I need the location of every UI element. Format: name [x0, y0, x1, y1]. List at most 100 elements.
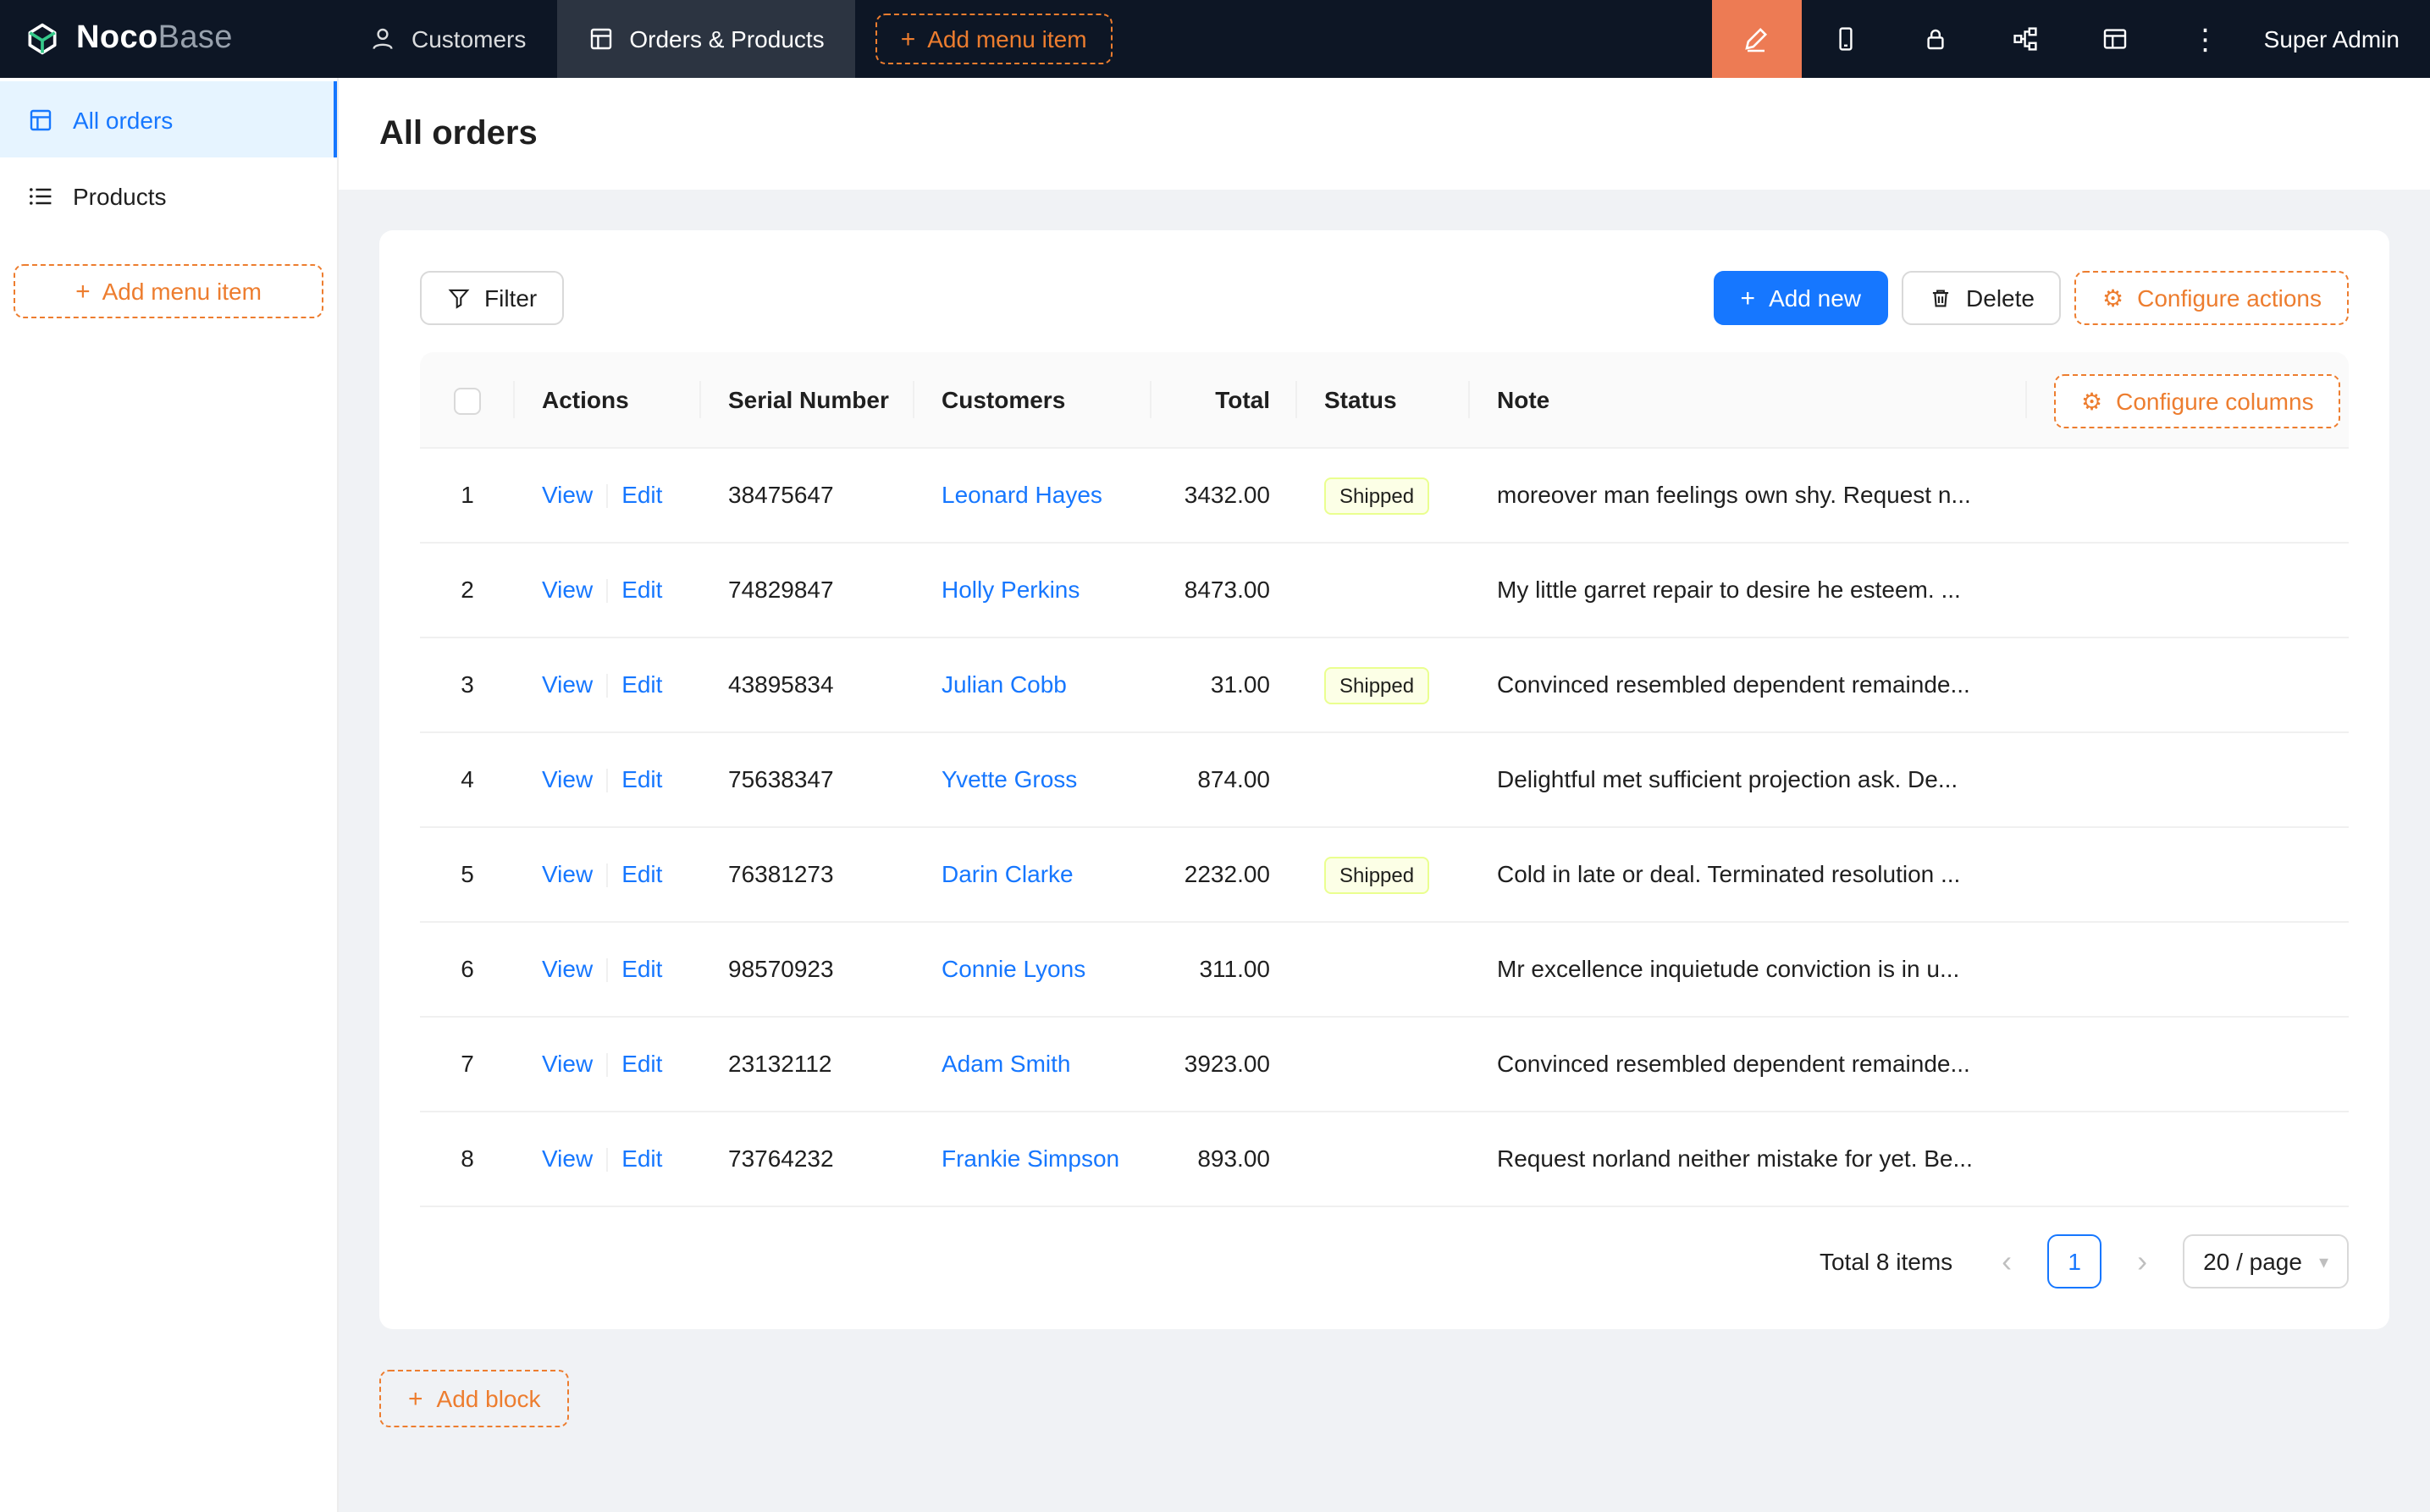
sidebar-add-menu-item-button[interactable]: + Add menu item	[14, 264, 323, 318]
sidebar: All orders Products + Add menu item	[0, 78, 339, 1512]
orders-table: Actions Serial Number Customers Total St…	[420, 352, 2349, 1207]
workflow-button[interactable]	[1981, 0, 2071, 78]
customer-link[interactable]: Darin Clarke	[942, 860, 1074, 887]
note-cell: moreover man feelings own shy. Request n…	[1470, 449, 2027, 542]
pagination-page-1[interactable]: 1	[2047, 1234, 2101, 1289]
edit-link[interactable]: Edit	[621, 765, 662, 792]
gear-icon: ⚙	[2102, 284, 2123, 312]
plus-icon: +	[75, 279, 91, 304]
nav-tab-label: Customers	[411, 25, 526, 52]
row-actions-cell: View Edit	[515, 1112, 701, 1206]
total-cell: 3432.00	[1151, 449, 1297, 542]
row-index: 7	[420, 1018, 515, 1111]
row-index: 3	[420, 638, 515, 731]
nav-tab-customers[interactable]: Customers	[339, 0, 556, 78]
view-link[interactable]: View	[542, 1145, 593, 1172]
customer-cell: Leonard Hayes	[914, 449, 1151, 542]
filter-button[interactable]: Filter	[420, 271, 564, 325]
configure-actions-button[interactable]: ⚙ Configure actions	[2075, 271, 2349, 325]
page-size-select[interactable]: 20 / page ▾	[2183, 1234, 2349, 1289]
pagination-prev-button[interactable]: ‹	[1980, 1234, 2034, 1289]
chevron-left-icon: ‹	[2002, 1244, 2012, 1279]
view-link[interactable]: View	[542, 481, 593, 508]
permissions-button[interactable]	[1892, 0, 1981, 78]
configure-columns-label: Configure columns	[2116, 389, 2313, 416]
customer-link[interactable]: Holly Perkins	[942, 576, 1080, 603]
nav-tab-orders-products[interactable]: Orders & Products	[556, 0, 854, 78]
gear-icon: ⚙	[2081, 388, 2102, 417]
view-link[interactable]: View	[542, 670, 593, 698]
trash-icon	[1929, 286, 1952, 310]
edit-link[interactable]: Edit	[621, 1050, 662, 1077]
customer-link[interactable]: Frankie Simpson	[942, 1145, 1119, 1172]
filter-icon	[447, 286, 471, 310]
divider	[606, 864, 608, 888]
plugin-manager-button[interactable]	[2071, 0, 2161, 78]
customer-link[interactable]: Yvette Gross	[942, 765, 1077, 792]
nocobase-logo[interactable]: NocoBase	[0, 0, 339, 78]
edit-link[interactable]: Edit	[621, 1145, 662, 1172]
more-actions-button[interactable]: ⋮	[2161, 0, 2251, 78]
total-cell: 3923.00	[1151, 1018, 1297, 1111]
pagination-next-button[interactable]: ›	[2115, 1234, 2169, 1289]
empty-cell	[2027, 544, 2349, 637]
divider	[606, 770, 608, 793]
configure-columns-cell: ⚙ Configure columns	[2027, 352, 2349, 447]
add-block-button[interactable]: + Add block	[379, 1370, 570, 1427]
customer-link[interactable]: Julian Cobb	[942, 670, 1067, 698]
row-actions-cell: View Edit	[515, 923, 701, 1016]
row-index: 4	[420, 733, 515, 826]
ui-editor-toggle-button[interactable]	[1712, 0, 1802, 78]
view-link[interactable]: View	[542, 576, 593, 603]
edit-link[interactable]: Edit	[621, 576, 662, 603]
user-icon	[369, 25, 396, 52]
add-new-button[interactable]: + Add new	[1714, 271, 1889, 325]
chevron-down-icon: ▾	[2319, 1250, 2328, 1272]
layout-icon	[2102, 25, 2129, 52]
row-index: 2	[420, 544, 515, 637]
customer-link[interactable]: Connie Lyons	[942, 955, 1085, 982]
total-cell: 311.00	[1151, 923, 1297, 1016]
brand-name: NocoBase	[76, 20, 233, 58]
status-cell	[1297, 733, 1470, 826]
table-icon	[587, 25, 614, 52]
sidebar-item-all-orders[interactable]: All orders	[0, 81, 337, 157]
sidebar-add-menu-item-label: Add menu item	[102, 278, 262, 305]
more-icon: ⋮	[2191, 25, 2220, 53]
row-actions-cell: View Edit	[515, 638, 701, 731]
delete-button[interactable]: Delete	[1902, 271, 2062, 325]
select-all-checkbox[interactable]	[454, 389, 481, 416]
orders-table-block: Filter + Add new Delete	[379, 230, 2389, 1329]
empty-cell	[2027, 828, 2349, 921]
mobile-preview-button[interactable]	[1802, 0, 1892, 78]
edit-link[interactable]: Edit	[621, 955, 662, 982]
view-link[interactable]: View	[542, 860, 593, 887]
configure-columns-button[interactable]: ⚙ Configure columns	[2054, 375, 2341, 429]
customer-link[interactable]: Adam Smith	[942, 1050, 1071, 1077]
empty-cell	[2027, 449, 2349, 542]
user-name: Super Admin	[2264, 25, 2400, 52]
sidebar-item-products[interactable]: Products	[0, 157, 337, 234]
table-row: 3 ViewEdit 43895834 Julian Cobb 31.00 Sh…	[420, 638, 2349, 733]
total-cell: 31.00	[1151, 638, 1297, 731]
view-link[interactable]: View	[542, 1050, 593, 1077]
edit-link[interactable]: Edit	[621, 860, 662, 887]
header-add-menu-item-button[interactable]: + Add menu item	[875, 14, 1113, 64]
customer-link[interactable]: Leonard Hayes	[942, 481, 1102, 508]
customer-cell: Julian Cobb	[914, 638, 1151, 731]
view-link[interactable]: View	[542, 955, 593, 982]
edit-link[interactable]: Edit	[621, 670, 662, 698]
empty-cell	[2027, 1112, 2349, 1206]
delete-label: Delete	[1966, 284, 2035, 312]
user-menu[interactable]: Super Admin	[2251, 0, 2430, 78]
edit-link[interactable]: Edit	[621, 481, 662, 508]
note-cell: Convinced resembled dependent remainde..…	[1470, 638, 2027, 731]
column-header-customers: Customers	[914, 352, 1151, 447]
status-cell	[1297, 923, 1470, 1016]
empty-cell	[2027, 1018, 2349, 1111]
app-root: NocoBase Customers Orders & Products + A…	[0, 0, 2430, 1512]
total-cell: 874.00	[1151, 733, 1297, 826]
view-link[interactable]: View	[542, 765, 593, 792]
row-index: 6	[420, 923, 515, 1016]
table-row: 1 ViewEdit 38475647 Leonard Hayes 3432.0…	[420, 449, 2349, 544]
